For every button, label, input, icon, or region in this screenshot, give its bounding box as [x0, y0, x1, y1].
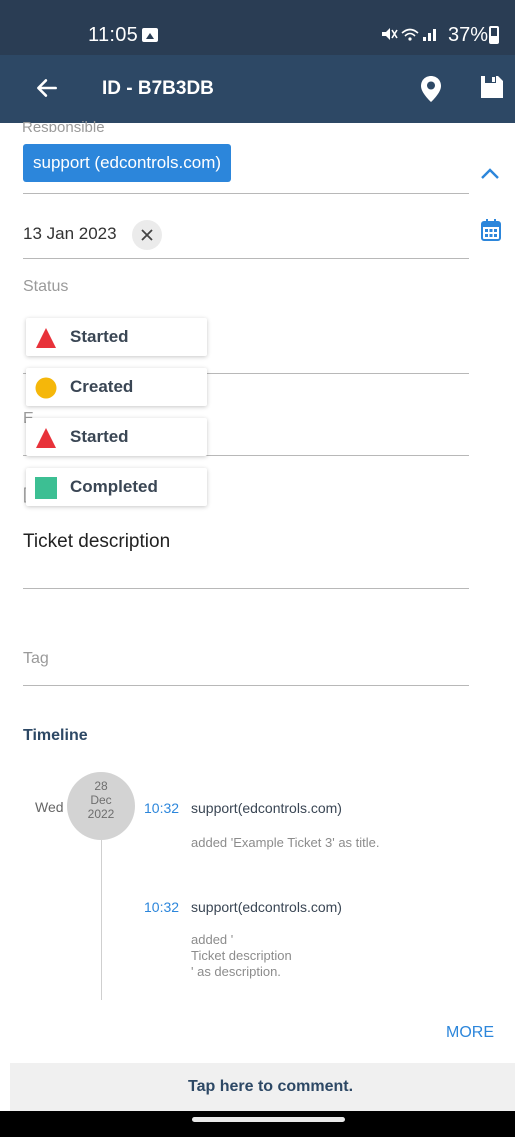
- responsible-label: Responsible: [22, 119, 105, 132]
- timeline-month: Dec: [90, 793, 112, 807]
- status-option-started[interactable]: Started: [26, 318, 207, 356]
- status-option-label: Started: [70, 327, 129, 346]
- timeline-entry-text: added 'Example Ticket 3' as title.: [191, 835, 380, 850]
- timeline-date-circle: 28 Dec 2022: [67, 772, 135, 840]
- status-option-created[interactable]: Created: [26, 368, 207, 406]
- description-label[interactable]: Ticket description: [23, 531, 170, 553]
- clear-date-button[interactable]: [132, 220, 162, 250]
- battery-level: 37%: [448, 24, 489, 46]
- app-bar: ID - B7B3DB: [0, 55, 515, 123]
- timeline-weekday: Wed: [35, 799, 64, 815]
- chevron-up-icon[interactable]: [480, 166, 500, 180]
- timeline-year: 2022: [87, 807, 115, 821]
- triangle-icon: [36, 328, 56, 348]
- due-date-value[interactable]: 13 Jan 2023: [23, 224, 117, 244]
- mute-wifi-signal-icon: [382, 28, 436, 41]
- timeline-day: 28: [94, 779, 108, 793]
- gallery-notification-icon: [142, 28, 158, 42]
- responsible-chip[interactable]: support (edcontrols.com): [23, 144, 232, 182]
- home-gesture-handle[interactable]: [192, 1117, 345, 1122]
- timeline-title: Timeline: [23, 727, 88, 744]
- system-nav-bar: [0, 1111, 515, 1137]
- timeline-line: [101, 840, 102, 1000]
- status-time: 11:05: [88, 24, 139, 46]
- status-option-label: Started: [70, 427, 129, 446]
- timeline-entry-user: support(edcontrols.com): [191, 899, 342, 915]
- description-underline: [23, 588, 469, 589]
- comment-bar[interactable]: Tap here to comment.: [10, 1063, 515, 1111]
- tag-input[interactable]: Tag: [23, 650, 49, 668]
- calendar-icon[interactable]: [481, 219, 501, 241]
- circle-icon: [35, 377, 57, 399]
- close-icon: [141, 229, 153, 241]
- responsible-underline: [23, 193, 469, 194]
- comment-prompt: Tap here to comment.: [188, 1078, 354, 1095]
- location-pin-icon[interactable]: [420, 75, 442, 103]
- page-title: ID - B7B3DB: [102, 78, 214, 99]
- more-button[interactable]: MORE: [446, 1024, 494, 1042]
- timeline-entry-text: ' as description.: [191, 964, 281, 979]
- timeline-entry-text: Ticket description: [191, 948, 292, 963]
- timeline-entry-text: added ': [191, 932, 234, 947]
- triangle-icon: [36, 428, 56, 448]
- tag-underline: [23, 685, 469, 686]
- status-option-label: Created: [70, 377, 134, 396]
- due-date-underline: [23, 258, 469, 259]
- battery-icon: [489, 26, 499, 44]
- status-label: Status: [23, 278, 69, 295]
- system-icons: [380, 26, 440, 45]
- status-bar: 11:05 37%: [0, 0, 515, 55]
- timeline-entry-user: support(edcontrols.com): [191, 800, 342, 816]
- status-option-label: Completed: [70, 477, 158, 496]
- status-option-completed[interactable]: Completed: [26, 468, 207, 506]
- timeline-entry-time: 10:32: [144, 899, 180, 915]
- save-icon[interactable]: [480, 75, 504, 99]
- timeline-entry-time: 10:32: [144, 800, 180, 816]
- back-arrow-icon[interactable]: [34, 75, 60, 101]
- square-icon: [35, 477, 57, 499]
- status-option-started[interactable]: Started: [26, 418, 207, 456]
